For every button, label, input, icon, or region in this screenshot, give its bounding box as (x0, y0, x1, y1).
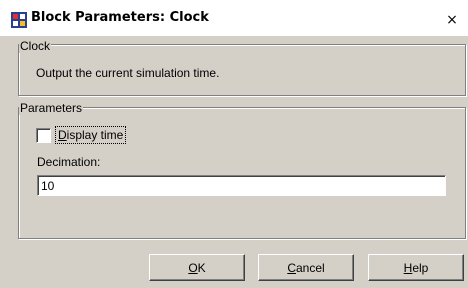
parameters-group-legend: Parameters (19, 101, 84, 115)
decimation-label: Decimation: (37, 155, 101, 169)
cancel-mnemonic: C (287, 260, 296, 275)
window-title: Block Parameters: Clock (31, 10, 209, 25)
decimation-input[interactable] (37, 175, 446, 196)
close-icon[interactable]: × (444, 12, 460, 28)
block-description: Output the current simulation time. (36, 66, 220, 80)
display-time-label[interactable]: Display time (55, 126, 127, 144)
help-label: elp (412, 260, 429, 275)
block-parameters-dialog: Block Parameters: Clock × Clock Output t… (0, 0, 468, 288)
cancel-label: ancel (295, 260, 325, 275)
help-button[interactable]: Help (368, 254, 464, 281)
ok-mnemonic: O (188, 260, 198, 275)
cancel-button[interactable]: Cancel (258, 254, 354, 281)
display-time-label-text: isplay time (66, 128, 124, 142)
simulink-block-icon (11, 12, 27, 28)
ok-button[interactable]: OK (149, 254, 245, 281)
title-bar[interactable]: Block Parameters: Clock × (0, 0, 468, 36)
display-time-mnemonic: D (58, 128, 67, 142)
ok-label: K (197, 260, 206, 275)
help-mnemonic: H (403, 260, 413, 275)
clock-group-legend: Clock (19, 39, 52, 53)
display-time-checkbox[interactable] (36, 128, 51, 143)
